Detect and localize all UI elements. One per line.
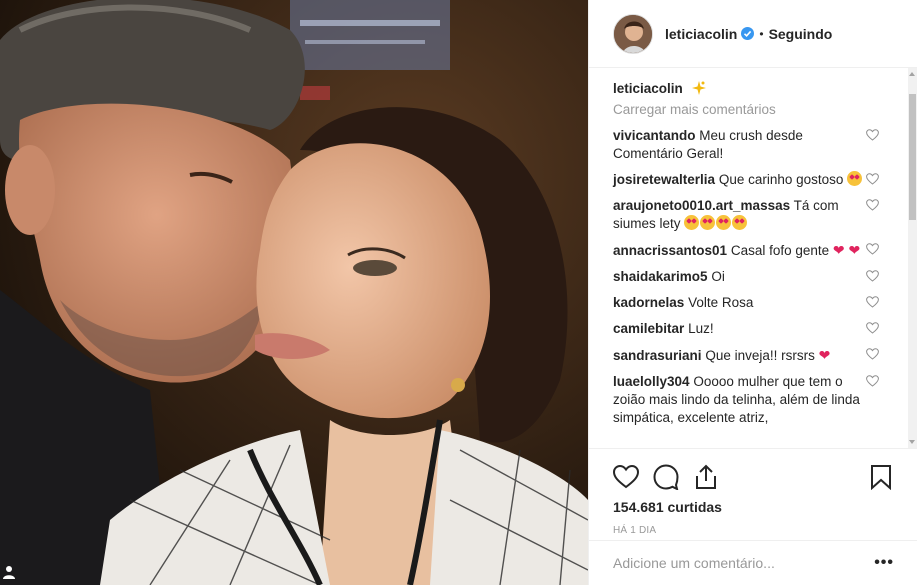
comment-icon[interactable] bbox=[653, 464, 679, 490]
comment-text: Luz! bbox=[688, 321, 714, 336]
post-side-panel: leticiacolin • Seguindo leticiacolin Car… bbox=[588, 0, 917, 585]
heart-eyes-emoji-icon bbox=[684, 215, 700, 230]
comment-username[interactable]: camilebitar bbox=[613, 321, 684, 336]
comment-username[interactable]: vivicantando bbox=[613, 128, 696, 143]
comment-text: Oi bbox=[711, 269, 725, 284]
header-username[interactable]: leticiacolin bbox=[665, 26, 737, 42]
red-heart-emoji: ❤ ❤ bbox=[832, 242, 861, 258]
comment-like-heart-icon[interactable] bbox=[866, 375, 879, 387]
comment-like-heart-icon[interactable] bbox=[866, 322, 879, 334]
comment-item: shaidakarimo5 Oi bbox=[613, 268, 909, 286]
heart-eyes-emoji-icon bbox=[847, 171, 863, 186]
add-comment-bar: ••• bbox=[589, 540, 917, 585]
action-buttons-row bbox=[613, 457, 894, 497]
comment-item: araujoneto0010.art_massas Tá com siumes … bbox=[613, 197, 909, 233]
separator-dot: • bbox=[759, 26, 764, 41]
post-caption: leticiacolin bbox=[613, 80, 909, 96]
verified-icon bbox=[741, 27, 755, 40]
add-comment-input[interactable] bbox=[613, 555, 875, 571]
post-header: leticiacolin • Seguindo bbox=[589, 0, 917, 68]
sparkle-icon bbox=[691, 81, 706, 95]
comment-username[interactable]: annacrissantos01 bbox=[613, 243, 727, 258]
comment-text: Casal fofo gente bbox=[730, 243, 830, 258]
heart-eyes-emoji-icon bbox=[732, 215, 748, 230]
heart-icon[interactable] bbox=[613, 464, 639, 490]
comment-username[interactable]: shaidakarimo5 bbox=[613, 269, 708, 284]
bookmark-icon[interactable] bbox=[868, 464, 894, 490]
comment-username[interactable]: kadornelas bbox=[613, 295, 684, 310]
photo-image bbox=[0, 0, 588, 585]
comments-container: vivicantando Meu crush desde Comentário … bbox=[613, 127, 909, 427]
avatar-image bbox=[614, 14, 652, 53]
comment-like-heart-icon[interactable] bbox=[866, 243, 879, 255]
comment-item: annacrissantos01 Casal fofo gente ❤ ❤ bbox=[613, 241, 909, 260]
comment-username[interactable]: luaelolly304 bbox=[613, 374, 690, 389]
heart-eyes-emoji-icon bbox=[716, 215, 732, 230]
comment-like-heart-icon[interactable] bbox=[866, 348, 879, 360]
comment-username[interactable]: sandrasuriani bbox=[613, 348, 702, 363]
more-options-button[interactable]: ••• bbox=[874, 554, 894, 572]
avatar[interactable] bbox=[613, 13, 653, 54]
comment-text: Volte Rosa bbox=[688, 295, 754, 310]
comment-username[interactable]: araujoneto0010.art_massas bbox=[613, 198, 790, 213]
comment-like-heart-icon[interactable] bbox=[866, 129, 879, 141]
scroll-up-arrow[interactable] bbox=[909, 72, 915, 76]
comment-item: josiretewalterlia Que carinho gostoso bbox=[613, 171, 909, 189]
person-tag-icon[interactable] bbox=[2, 565, 16, 579]
red-heart-emoji: ❤ bbox=[818, 347, 831, 363]
comment-like-heart-icon[interactable] bbox=[866, 199, 879, 211]
heart-eyes-emoji-icon bbox=[700, 215, 716, 230]
caption-username[interactable]: leticiacolin bbox=[613, 81, 683, 96]
comment-like-heart-icon[interactable] bbox=[866, 296, 879, 308]
comment-text: Que carinho gostoso bbox=[718, 172, 844, 187]
following-button[interactable]: Seguindo bbox=[769, 26, 833, 42]
comments-scrollbar[interactable] bbox=[908, 68, 917, 448]
comment-text: Que inveja!! rsrsrs bbox=[705, 348, 815, 363]
comment-item: sandrasuriani Que inveja!! rsrsrs ❤ bbox=[613, 346, 909, 365]
scroll-thumb[interactable] bbox=[909, 94, 916, 220]
load-more-comments[interactable]: Carregar mais comentários bbox=[613, 102, 909, 117]
share-icon[interactable] bbox=[693, 464, 719, 490]
post-actions: 154.681 curtidas HÁ 1 DIA bbox=[589, 448, 917, 538]
comment-item: kadornelas Volte Rosa bbox=[613, 294, 909, 312]
post-time[interactable]: HÁ 1 DIA bbox=[613, 525, 894, 536]
comment-item: luaelolly304 Ooooo mulher que tem o zoiã… bbox=[613, 373, 909, 427]
post-photo[interactable] bbox=[0, 0, 588, 585]
comment-like-heart-icon[interactable] bbox=[866, 173, 879, 185]
comment-item: vivicantando Meu crush desde Comentário … bbox=[613, 127, 909, 163]
scroll-down-arrow[interactable] bbox=[909, 440, 915, 444]
instagram-post-view: leticiacolin • Seguindo leticiacolin Car… bbox=[0, 0, 917, 585]
comment-username[interactable]: josiretewalterlia bbox=[613, 172, 715, 187]
likes-count[interactable]: 154.681 curtidas bbox=[613, 499, 894, 515]
comments-list[interactable]: leticiacolin Carregar mais comentários v… bbox=[589, 68, 909, 448]
comment-like-heart-icon[interactable] bbox=[866, 270, 879, 282]
comment-item: camilebitar Luz! bbox=[613, 320, 909, 338]
